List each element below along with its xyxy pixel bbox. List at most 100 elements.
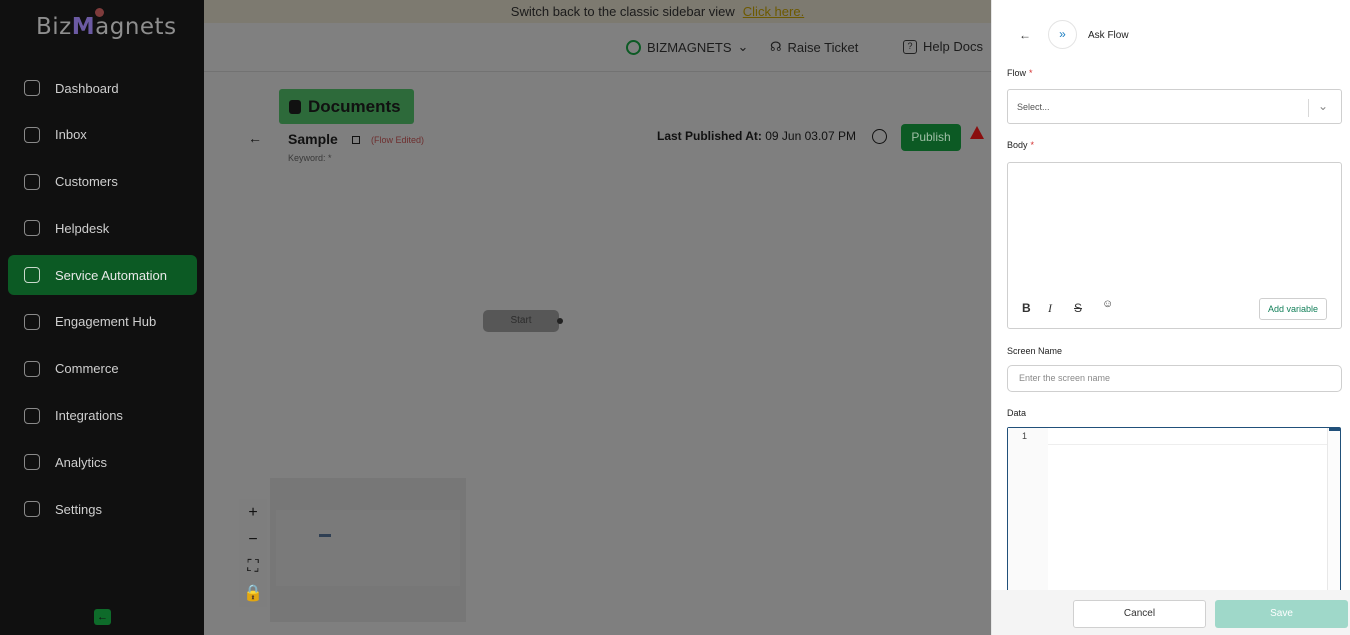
sidebar-nav: Dashboard Inbox Customers Helpdesk Servi… xyxy=(8,68,197,536)
add-variable-button[interactable]: Add variable xyxy=(1259,298,1327,320)
select-separator xyxy=(1308,99,1309,117)
sidebar-item-settings[interactable]: Settings xyxy=(8,489,197,529)
editor-scrollbar[interactable] xyxy=(1327,428,1340,596)
logo-dot xyxy=(95,8,104,17)
megaphone-icon xyxy=(24,313,40,330)
sidebar-item-commerce[interactable]: Commerce xyxy=(8,349,197,389)
bold-icon[interactable]: B xyxy=(1022,301,1031,315)
panel-back-arrow-icon[interactable]: ← xyxy=(1019,28,1031,42)
minimap-viewport xyxy=(276,510,460,586)
flow-edited-label: (Flow Edited) xyxy=(371,135,425,145)
headset-icon: ☊ xyxy=(770,39,782,54)
logo: BizMagnets xyxy=(36,8,177,40)
last-published: Last Published At: 09 Jun 03.07 PM xyxy=(657,129,856,143)
keyword-label: Keyword: * xyxy=(288,153,332,163)
start-node-handle[interactable] xyxy=(557,318,563,324)
sidebar-item-integrations[interactable]: Integrations xyxy=(8,396,197,436)
edit-icon[interactable] xyxy=(352,136,360,144)
banner-link[interactable]: Click here. xyxy=(743,4,804,19)
expand-panel-icon[interactable]: » xyxy=(1048,20,1077,49)
start-node[interactable]: Start xyxy=(483,310,559,332)
code-line[interactable] xyxy=(1048,428,1328,445)
contacts-icon xyxy=(24,173,40,190)
sidebar-item-label: Dashboard xyxy=(55,80,119,96)
whatsapp-icon xyxy=(626,39,641,55)
cancel-button[interactable]: Cancel xyxy=(1073,600,1206,628)
app-root: BizMagnets Dashboard Inbox Customers Hel… xyxy=(0,0,1350,635)
required-marker: * xyxy=(1029,68,1033,78)
strikethrough-icon[interactable]: S xyxy=(1074,301,1082,315)
sidebar-item-label: Integrations xyxy=(55,408,123,424)
sidebar-item-label: Engagement Hub xyxy=(55,314,157,330)
panel-footer: Cancel Save xyxy=(992,590,1350,635)
sidebar-item-label: Helpdesk xyxy=(55,220,110,236)
sidebar-item-customers[interactable]: Customers xyxy=(8,162,197,202)
banner-text: Switch back to the classic sidebar view xyxy=(510,4,735,19)
logo-text-post: agnets xyxy=(95,14,177,40)
store-icon xyxy=(24,360,40,377)
flow-name: Sample xyxy=(288,131,338,147)
data-label: Data xyxy=(1007,408,1027,418)
data-code-editor[interactable]: 1 xyxy=(1007,427,1341,597)
account-switcher[interactable]: BIZMAGNETS ⌄ xyxy=(626,39,748,55)
flow-select[interactable]: Select... ⌄ xyxy=(1007,89,1342,124)
emoji-icon[interactable]: ☺ xyxy=(1102,298,1113,310)
publish-button[interactable]: Publish xyxy=(901,124,961,151)
zoom-controls: + − ⛶ 🔒 xyxy=(239,499,267,607)
warning-icon[interactable] xyxy=(970,126,984,139)
ask-flow-panel: ← » Ask Flow Flow * Select... ⌄ Body * B I… xyxy=(991,0,1350,635)
chat-icon xyxy=(24,126,40,143)
sidebar-item-label: Commerce xyxy=(55,361,119,377)
bot-icon xyxy=(289,99,301,114)
body-field-label: Body * xyxy=(1007,140,1034,150)
back-arrow-icon[interactable]: ← xyxy=(248,130,262,146)
sidebar-item-label: Inbox xyxy=(55,127,87,143)
minimap-node xyxy=(319,534,331,537)
sidebar-item-label: Service Automation xyxy=(55,267,168,283)
raise-ticket-label: Raise Ticket xyxy=(787,39,859,55)
logo-text-m: M xyxy=(71,14,96,40)
chevron-down-icon: ⌄ xyxy=(737,39,749,54)
panel-title: Ask Flow xyxy=(1088,30,1129,41)
grid-icon xyxy=(24,80,40,96)
help-docs-label: Help Docs xyxy=(923,39,983,54)
save-button[interactable]: Save xyxy=(1215,600,1348,628)
sidebar-item-service-automation[interactable]: Service Automation xyxy=(8,255,197,296)
history-icon[interactable] xyxy=(872,129,887,144)
sidebar-item-analytics[interactable]: Analytics xyxy=(8,442,197,482)
chart-icon xyxy=(24,454,40,471)
body-editor[interactable]: B I S ☺ Add variable xyxy=(1007,162,1342,329)
screen-name-input[interactable]: Enter the screen name xyxy=(1007,365,1342,392)
minimap[interactable] xyxy=(270,478,466,622)
line-number: 1 xyxy=(1022,431,1028,441)
help-icon: ? xyxy=(903,39,917,54)
fit-view-button[interactable]: ⛶ xyxy=(239,553,267,580)
scrollbar-thumb[interactable] xyxy=(1329,428,1340,431)
section-title: Documents xyxy=(279,89,414,124)
main-area: Switch back to the classic sidebar view … xyxy=(204,0,991,635)
collapse-sidebar-button[interactable]: ← xyxy=(94,609,111,625)
lock-icon[interactable]: 🔒 xyxy=(239,580,267,607)
required-marker: * xyxy=(1030,140,1035,150)
zoom-out-button[interactable]: − xyxy=(239,526,267,553)
sidebar: BizMagnets Dashboard Inbox Customers Hel… xyxy=(0,0,204,635)
logo-text-pre: Biz xyxy=(36,14,72,40)
settings-icon xyxy=(24,501,40,518)
topbar: BIZMAGNETS ⌄ ☊ Raise Ticket ? Help Docs xyxy=(204,23,991,72)
sidebar-item-dashboard[interactable]: Dashboard xyxy=(8,68,197,108)
sidebar-item-helpdesk[interactable]: Helpdesk xyxy=(8,208,197,248)
gear-bot-icon xyxy=(24,267,40,284)
flow-field-label: Flow * xyxy=(1007,68,1033,78)
account-name: BIZMAGNETS xyxy=(647,39,732,55)
sidebar-item-engagement-hub[interactable]: Engagement Hub xyxy=(8,302,197,342)
raise-ticket-button[interactable]: ☊ Raise Ticket xyxy=(770,39,858,55)
sidebar-item-inbox[interactable]: Inbox xyxy=(8,115,197,155)
zoom-in-button[interactable]: + xyxy=(239,499,267,526)
sidebar-item-label: Settings xyxy=(55,501,102,517)
flow-select-placeholder: Select... xyxy=(1017,102,1050,112)
classic-sidebar-banner: Switch back to the classic sidebar view … xyxy=(204,0,991,23)
help-docs-button[interactable]: ? Help Docs xyxy=(903,39,983,54)
rocket-icon xyxy=(24,407,40,424)
italic-icon[interactable]: I xyxy=(1048,301,1052,316)
section-title-text: Documents xyxy=(308,96,401,116)
